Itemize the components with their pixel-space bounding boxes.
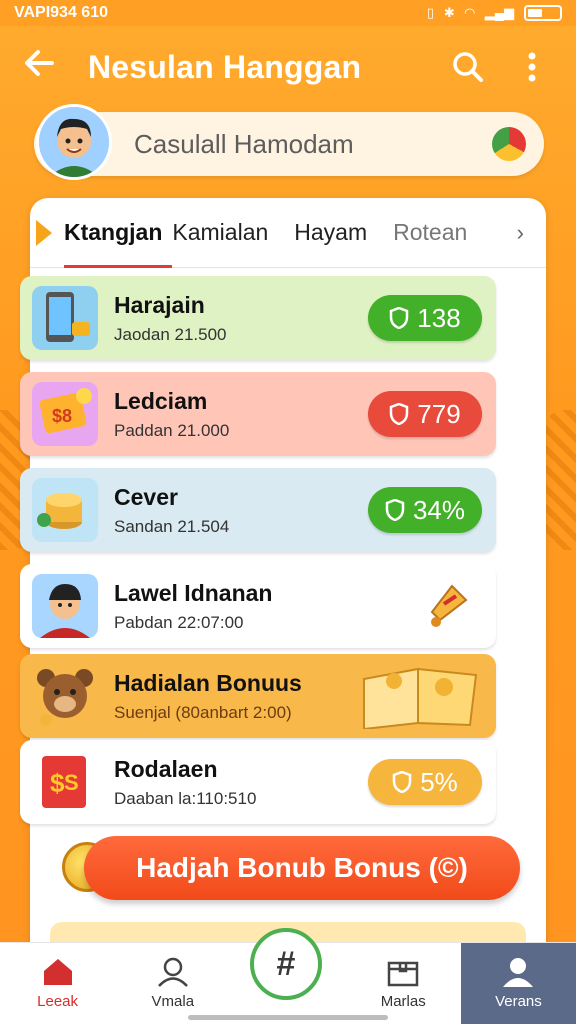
shield-icon xyxy=(390,403,409,425)
wifi-icon: ◠ xyxy=(464,5,475,20)
search-icon[interactable] xyxy=(446,45,490,89)
nav-label: Verans xyxy=(495,993,542,1010)
profile-name: Casulall Hamodam xyxy=(134,128,354,159)
item-name: Ledciam xyxy=(114,387,208,414)
nav-item-marlas[interactable]: Marlas xyxy=(346,943,461,1024)
page-title: Nesulan Hanggan xyxy=(88,48,362,85)
ticket-icon: $8 xyxy=(32,382,98,446)
app-bar: Nesulan Hanggan xyxy=(0,26,576,108)
value-button[interactable]: 138 xyxy=(368,295,482,341)
status-icons: ▯ ✱ ◠ ▂▄▆ xyxy=(427,5,562,21)
item-name: Cever xyxy=(114,483,178,510)
red-envelope-icon: $ S xyxy=(32,750,98,814)
item-subtitle: Suenjal (80anbart 2:00) xyxy=(114,702,292,722)
value-button[interactable]: 34% xyxy=(368,487,482,533)
item-value: 138 xyxy=(417,302,461,333)
nav-label: Leeak xyxy=(37,993,79,1010)
box-icon xyxy=(387,961,419,987)
home-icon xyxy=(43,959,72,985)
person-icon xyxy=(503,958,534,987)
bear-icon xyxy=(32,664,98,728)
list-item[interactable]: $ S Rodalaen Daaban la:110:510 5% xyxy=(20,740,496,824)
user-outline-icon xyxy=(157,957,188,987)
book-icon[interactable] xyxy=(358,659,482,734)
character-icon xyxy=(32,574,98,638)
tab-rotean[interactable]: Rotean xyxy=(393,219,467,246)
value-button[interactable]: 779 xyxy=(368,391,482,437)
list-item[interactable]: Hadialan Bonuus Suenjal (80anbart 2:00) xyxy=(20,654,496,738)
list-item[interactable]: Cever Sandan 21.504 34% xyxy=(20,468,496,552)
back-arrow-icon[interactable] xyxy=(22,46,72,89)
item-subtitle: Pabdan 22:07:00 xyxy=(114,612,244,632)
bonus-cta-button[interactable]: Hadjah Bonub Bonus (©) xyxy=(84,836,520,900)
list-item[interactable]: Lawel Idnanan Pabdan 22:07:00 xyxy=(20,564,496,648)
nav-label: Vmala xyxy=(151,993,195,1010)
status-bar: VAPI934 610 ▯ ✱ ◠ ▂▄▆ xyxy=(0,0,576,26)
more-vertical-icon[interactable] xyxy=(510,45,554,89)
item-value: 34% xyxy=(412,494,466,525)
list-item[interactable]: Harajain Jaodan 21.500 138 xyxy=(20,276,496,360)
shield-icon xyxy=(385,499,405,521)
status-time: VAPI934 610 xyxy=(14,4,108,21)
tab-kamialan[interactable]: Kamialan xyxy=(172,219,268,246)
phone-icon xyxy=(32,286,98,350)
avatar xyxy=(36,104,112,180)
bell-icon[interactable] xyxy=(422,578,474,635)
item-subtitle: Jaodan 21.500 xyxy=(114,324,227,344)
item-name: Harajain xyxy=(114,291,205,318)
svg-text:$8: $8 xyxy=(52,406,72,426)
nav-item-home[interactable]: Leeak xyxy=(0,943,115,1024)
signal-icon: ▂▄▆ xyxy=(484,5,514,20)
bluetooth-icon: ✱ xyxy=(443,5,455,20)
item-subtitle: Sandan 21.504 xyxy=(114,516,230,536)
item-name: Hadialan Bonuus xyxy=(114,669,302,696)
vibrate-icon: ▯ xyxy=(426,5,434,20)
nav-label: Marlas xyxy=(380,993,426,1010)
coin-stack-icon xyxy=(32,478,98,542)
shield-icon xyxy=(392,771,412,793)
item-name: Rodalaen xyxy=(114,755,218,782)
list-item[interactable]: $8 Ledciam Paddan 21.000 779 xyxy=(20,372,496,456)
badge-icon[interactable] xyxy=(492,127,526,161)
hash-icon: # xyxy=(276,944,296,983)
tab-ktangjan[interactable]: Ktangjan xyxy=(64,219,173,268)
shield-icon xyxy=(390,307,409,329)
item-value: 5% xyxy=(420,766,458,797)
play-arrow-icon xyxy=(36,219,52,246)
nav-item-vmala[interactable]: Vmala xyxy=(115,943,230,1024)
item-name: Lawel Idnanan xyxy=(114,579,273,606)
svg-text:$: $ xyxy=(50,768,65,798)
nav-item-profile[interactable]: Verans xyxy=(460,943,576,1024)
item-subtitle: Daaban la:110:510 xyxy=(114,788,257,808)
item-value: 779 xyxy=(417,398,461,429)
side-pattern-right xyxy=(544,410,576,550)
svg-text:S: S xyxy=(64,770,79,795)
tab-bar: Ktangjan Kamialan Hayam Rotean › xyxy=(30,198,546,268)
profile-bar[interactable]: Casulall Hamodam xyxy=(34,104,544,180)
chevron-right-icon[interactable]: › xyxy=(517,220,524,246)
hashtag-fab-button[interactable]: # xyxy=(250,928,322,1000)
gesture-bar xyxy=(188,1015,388,1020)
battery-icon xyxy=(524,5,562,21)
value-button[interactable]: 5% xyxy=(368,759,482,805)
tab-hayam[interactable]: Hayam xyxy=(294,219,367,246)
item-subtitle: Paddan 21.000 xyxy=(114,420,230,440)
